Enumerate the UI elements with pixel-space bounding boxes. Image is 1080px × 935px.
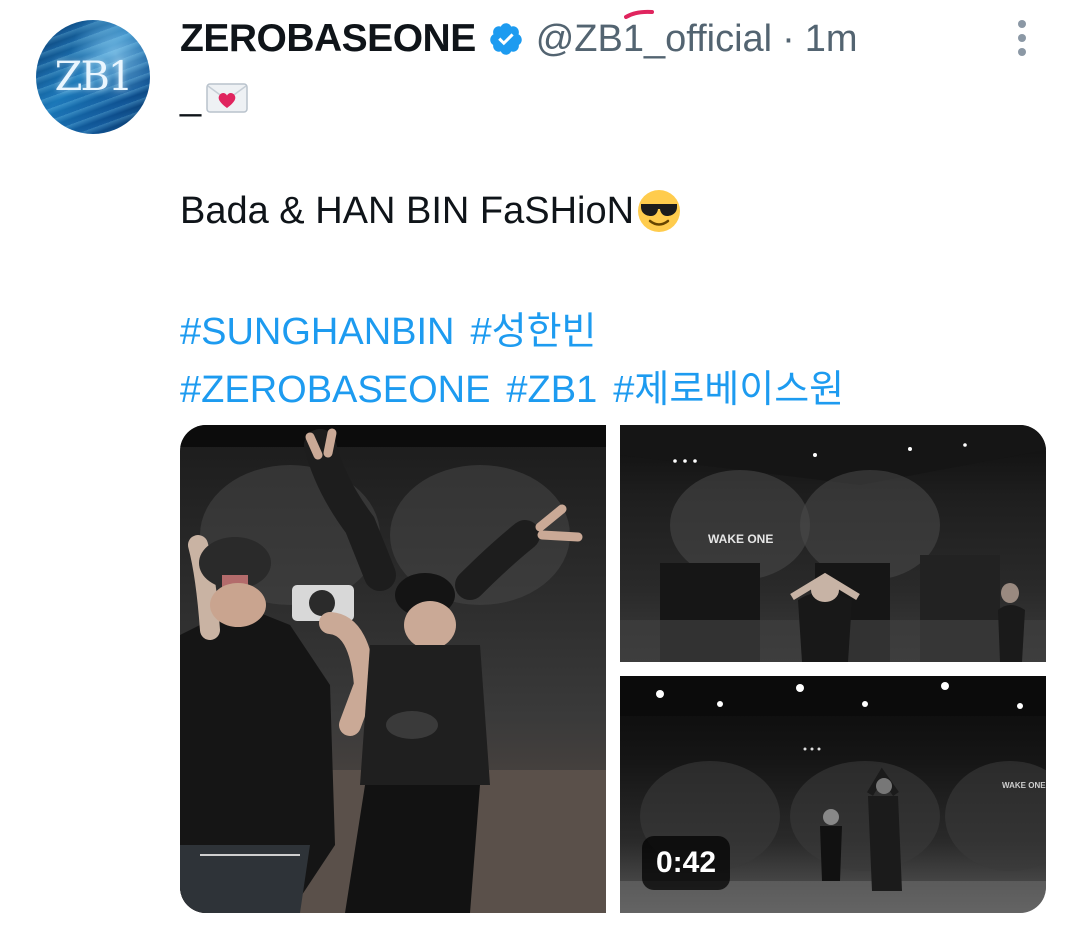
photo-2-illustration: WAKE ONE [620,425,1046,662]
wall-sign-text: WAKE ONE [708,532,773,546]
author-avatar[interactable]: ZB1 [36,20,150,134]
media-grid: WAKE ONE WAKE ONE 0:42 [180,425,1046,913]
media-photo-dance-studio[interactable]: WAKE ONE [620,425,1046,662]
tweet-text-body: Bada & HAN BIN FaSHioN [180,189,635,232]
video-wall-sign-text: WAKE ONE [1002,781,1046,790]
tweet-header: ZEROBASEONE @ZB1_official · 1m [180,9,858,64]
video-duration-badge: 0:42 [642,836,731,890]
hashtags-line-2: #ZEROBASEONE #ZB1 #제로베이스원 [180,358,860,413]
tweet-text-prefix: _ [180,76,202,118]
more-options-icon[interactable] [1012,20,1032,56]
love-letter-emoji [206,82,248,113]
hashtag-link[interactable]: #SUNGHANBIN [180,311,455,353]
author-handle[interactable]: @ZB1_official [535,9,773,61]
handle-text: @ZB1_official [535,17,773,60]
hashtags-line-1: #SUNGHANBIN #성한빈 [180,300,613,355]
red-scribble-mark [623,9,654,19]
photo-1-illustration [180,425,606,913]
tweet-text-line-1: _ [180,76,249,119]
media-video-dance-practice[interactable]: WAKE ONE 0:42 [620,676,1046,913]
header-separator: · [782,17,795,60]
verified-badge-icon [489,23,522,55]
hashtag-link[interactable]: #제로베이스원 [613,369,844,411]
tweet-timestamp[interactable]: 1m [805,18,858,61]
sunglasses-face-emoji [638,190,681,232]
hashtag-link[interactable]: #성한빈 [471,311,597,353]
avatar-logo-text: ZB1 [54,54,134,100]
tweet-text-line-2: Bada & HAN BIN FaSHioN [180,188,682,234]
media-photo-mirror-selfie[interactable] [180,425,606,913]
hashtag-link[interactable]: #ZEROBASEONE [180,369,490,411]
author-name[interactable]: ZEROBASEONE [180,17,476,61]
hashtag-link[interactable]: #ZB1 [506,369,597,411]
